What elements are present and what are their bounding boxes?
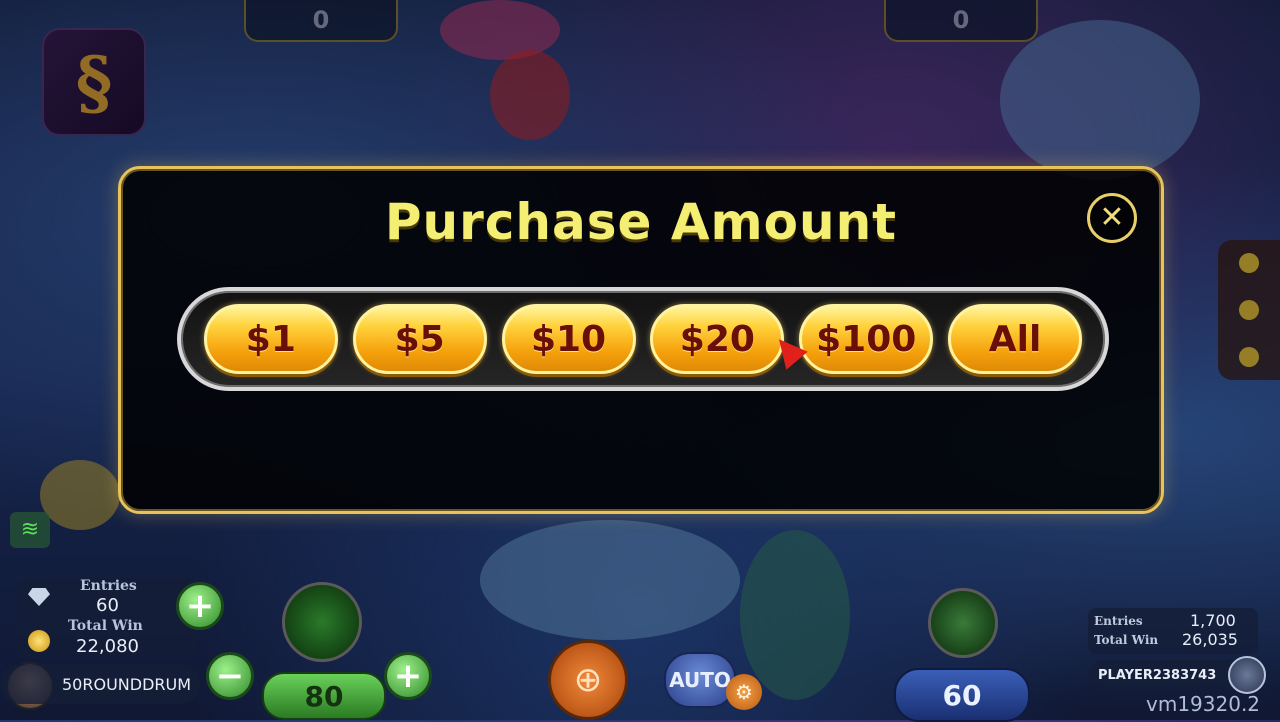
amount-5-button[interactable]: $5 bbox=[352, 304, 487, 374]
entries-label: Entries bbox=[80, 578, 137, 594]
purchase-amount-dialog: Purchase Amount ✕ $1 $5 $10 $20 $100 All bbox=[118, 166, 1164, 514]
opponent-total-win-label: Total Win bbox=[1094, 633, 1159, 647]
opponent-bet-value: 60 bbox=[894, 668, 1030, 722]
opponent-entries-value: 1,700 bbox=[1190, 611, 1236, 630]
amount-options: $1 $5 $10 $20 $100 All bbox=[177, 287, 1109, 391]
opponent-cannon bbox=[928, 588, 998, 658]
add-credits-button[interactable]: + bbox=[176, 582, 224, 630]
auto-button[interactable]: AUTO bbox=[664, 652, 736, 708]
close-icon[interactable]: ✕ bbox=[1087, 193, 1137, 243]
opponent-entries-label: Entries bbox=[1094, 614, 1143, 628]
total-win-label: Total Win bbox=[68, 618, 143, 634]
increase-bet-button[interactable]: + bbox=[384, 652, 432, 700]
settings-gear-icon[interactable]: ⚙ bbox=[726, 674, 762, 710]
wifi-icon: ≋ bbox=[10, 512, 50, 548]
amount-all-button[interactable]: All bbox=[948, 304, 1083, 374]
opponent-stats-panel: Entries 1,700 Total Win 26,035 bbox=[1088, 608, 1258, 654]
dialog-title: Purchase Amount bbox=[384, 193, 898, 251]
opponent-total-win-value: 26,035 bbox=[1182, 630, 1238, 649]
target-lock-button[interactable]: ⊕ bbox=[548, 640, 628, 720]
decrease-bet-button[interactable]: − bbox=[206, 652, 254, 700]
amount-20-button[interactable]: $20 bbox=[650, 304, 785, 374]
total-win-value: 22,080 bbox=[76, 636, 139, 657]
amount-1-button[interactable]: $1 bbox=[203, 304, 338, 374]
bet-value: 80 bbox=[262, 672, 386, 720]
amount-10-button[interactable]: $10 bbox=[501, 304, 636, 374]
entries-value: 60 bbox=[96, 595, 119, 616]
player-cannon[interactable] bbox=[282, 582, 362, 662]
version-label: vm19320.2 bbox=[1146, 692, 1261, 716]
opponent-avatar bbox=[1228, 656, 1266, 694]
amount-100-button[interactable]: $100 bbox=[799, 304, 934, 374]
player-name: 50ROUNDDRUM bbox=[0, 664, 200, 704]
coin-icon bbox=[28, 630, 50, 652]
